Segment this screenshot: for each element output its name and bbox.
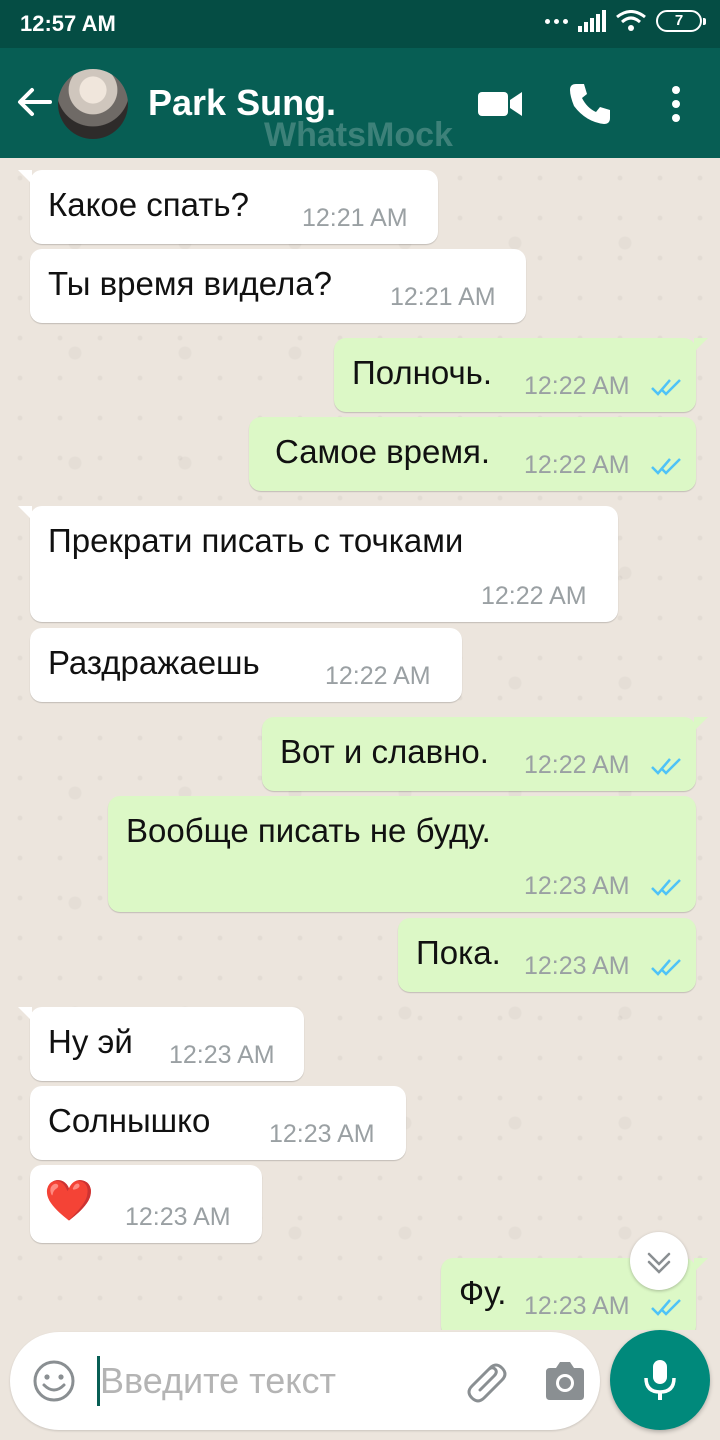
message-time: 12:22 AM [524, 451, 630, 479]
message-emoji: ❤️ [44, 1179, 94, 1223]
signal-icon [578, 10, 606, 32]
contact-avatar[interactable] [58, 69, 128, 139]
outgoing-message[interactable]: Вообще писать не буду. 12:23 AM [108, 796, 696, 912]
outgoing-message[interactable]: Пока. 12:23 AM [398, 918, 696, 992]
message-text: Полночь. [352, 354, 493, 391]
message-text: Фу. [459, 1274, 507, 1311]
incoming-message[interactable]: Солнышко 12:23 AM [30, 1086, 406, 1160]
outgoing-message[interactable]: Самое время. 12:22 AM [249, 417, 696, 491]
wifi-icon [616, 10, 646, 31]
incoming-message[interactable]: ❤️ 12:23 AM [30, 1165, 262, 1243]
double-check-icon [651, 879, 681, 896]
message-text: Раздражаешь [48, 644, 260, 681]
status-bar: 12:57 AM 7 [0, 0, 720, 48]
message-time: 12:21 AM [390, 283, 496, 311]
message-list[interactable]: Какое спать? 12:21 AM Ты время видела? 1… [0, 158, 720, 1330]
message-time: 12:23 AM [524, 872, 630, 900]
message-time: 12:23 AM [125, 1203, 231, 1231]
double-check-icon [651, 758, 681, 775]
status-indicators: 7 [545, 10, 706, 32]
message-text: Какое спать? [48, 186, 249, 223]
watermark: WhatsMock [264, 116, 453, 154]
message-text: Прекрати писать с точками [48, 522, 464, 559]
message-text: Пока. [416, 934, 501, 971]
message-time: 12:22 AM [481, 582, 587, 610]
incoming-message[interactable]: Прекрати писать с точками 12:22 AM [18, 506, 618, 622]
outgoing-message[interactable]: Полночь. 12:22 AM [334, 338, 708, 412]
mic-icon [644, 1360, 676, 1400]
incoming-message[interactable]: Раздражаешь 12:22 AM [30, 628, 462, 702]
incoming-message[interactable]: Ты время видела? 12:21 AM [30, 249, 526, 323]
message-text: Ну эй [48, 1023, 133, 1060]
message-time: 12:22 AM [524, 372, 630, 400]
message-input[interactable] [100, 1356, 440, 1406]
message-text: Самое время. [275, 433, 491, 470]
message-time: 12:23 AM [269, 1120, 375, 1148]
message-time: 12:23 AM [169, 1041, 275, 1069]
attach-icon[interactable] [462, 1358, 508, 1404]
battery-icon: 7 [656, 10, 706, 32]
double-check-icon [651, 959, 681, 976]
chat-header: Park Sung. WhatsMock [0, 48, 720, 158]
mic-button[interactable] [610, 1330, 710, 1430]
message-composer [10, 1332, 600, 1430]
double-check-icon [651, 458, 681, 475]
outgoing-message[interactable]: Вот и славно. 12:22 AM [262, 717, 708, 791]
camera-icon[interactable] [542, 1360, 588, 1402]
chevron-down-icon [647, 1252, 671, 1274]
message-text: Ты время видела? [48, 265, 332, 302]
message-time: 12:21 AM [302, 204, 408, 232]
message-time: 12:23 AM [524, 952, 630, 980]
double-check-icon [651, 1299, 681, 1316]
incoming-message[interactable]: Какое спать? 12:21 AM [18, 170, 438, 244]
emoji-icon[interactable] [32, 1359, 76, 1403]
phone-icon[interactable] [566, 80, 614, 128]
message-text: Вообще писать не буду. [126, 812, 491, 849]
incoming-message[interactable]: Ну эй 12:23 AM [18, 1007, 304, 1081]
double-check-icon [651, 379, 681, 396]
notification-dots-icon [545, 18, 568, 24]
status-time: 12:57 AM [20, 11, 116, 36]
message-time: 12:22 AM [325, 662, 431, 690]
scroll-to-bottom-button[interactable] [630, 1232, 688, 1290]
message-text: Солнышко [48, 1102, 211, 1139]
message-text: Вот и славно. [280, 733, 489, 770]
more-vert-icon[interactable] [652, 80, 700, 128]
video-call-icon[interactable] [476, 80, 524, 128]
back-arrow-icon[interactable] [14, 82, 54, 122]
message-time: 12:23 AM [524, 1292, 630, 1320]
message-time: 12:22 AM [524, 751, 630, 779]
